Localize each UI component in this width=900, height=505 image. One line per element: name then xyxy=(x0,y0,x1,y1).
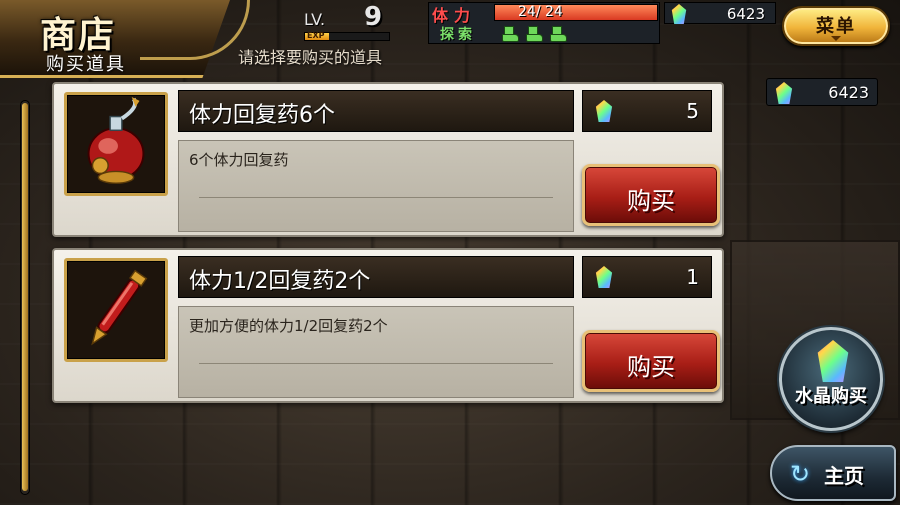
shop-item-card: 体力回复药6个 5 6个体力回复药 购买 xyxy=(52,82,724,237)
divider xyxy=(199,197,553,198)
page-subtitle: 购买道具 xyxy=(46,54,126,75)
stamina-label: 体力 xyxy=(432,6,477,25)
level-value: 9 xyxy=(364,2,383,32)
boot-icon xyxy=(500,26,519,42)
explore-boots xyxy=(500,26,567,42)
shop-item-card: 体力1/2回复药2个 1 更加方便的体力1/2回复药2个 购买 xyxy=(52,248,724,403)
crystal-icon xyxy=(775,82,793,104)
red-potion-vial-icon xyxy=(64,258,168,362)
item-description: 更加方便的体力1/2回复药2个 xyxy=(189,317,388,335)
crystal-buy-button[interactable]: 水晶购买 xyxy=(779,327,883,431)
level-label: LV. xyxy=(304,10,326,29)
boot-icon xyxy=(524,26,543,42)
item-name: 体力回复药6个 xyxy=(189,103,335,128)
instruction-text: 请选择要购买的道具 xyxy=(238,48,383,67)
crystal-balance-value: 6423 xyxy=(828,83,869,102)
crystal-count: 6423 xyxy=(726,5,765,23)
crystal-buy-label: 水晶购买 xyxy=(795,386,867,407)
buy-button-label: 购买 xyxy=(627,353,675,381)
buy-button[interactable]: 购买 xyxy=(582,330,720,392)
home-button-label: 主页 xyxy=(824,464,864,488)
crystal-icon xyxy=(671,4,687,24)
menu-label: 菜单 xyxy=(816,16,856,37)
home-button[interactable]: ↻ 主页 xyxy=(770,445,896,501)
crystal-icon xyxy=(595,266,613,288)
crystal-counter-top: 6423 xyxy=(664,2,776,24)
red-potion-flask-icon xyxy=(64,92,168,196)
rainbow-crystal-icon xyxy=(817,340,849,382)
item-price: 1 xyxy=(686,265,699,289)
item-description-box: 6个体力回复药 xyxy=(178,140,574,232)
return-arrow-icon: ↻ xyxy=(790,460,811,488)
item-description-box: 更加方便的体力1/2回复药2个 xyxy=(178,306,574,398)
menu-button[interactable]: 菜单 xyxy=(782,6,890,46)
crystal-balance: 6423 xyxy=(766,78,878,106)
explore-label: 探索 xyxy=(440,27,476,43)
item-description: 6个体力回复药 xyxy=(189,151,289,169)
item-name-box: 体力回复药6个 xyxy=(178,90,574,132)
chevron-down-icon xyxy=(831,36,841,41)
buy-button-label: 购买 xyxy=(627,187,675,215)
item-price: 5 xyxy=(686,99,699,123)
scrollbar-thumb[interactable] xyxy=(22,103,28,491)
buy-button[interactable]: 购买 xyxy=(582,164,720,226)
item-name: 体力1/2回复药2个 xyxy=(189,269,371,294)
stamina-value: 24/ 24 xyxy=(518,4,563,20)
crystal-icon xyxy=(595,100,613,122)
divider xyxy=(199,363,553,364)
exp-label: EXP xyxy=(307,31,325,40)
item-price-box: 5 xyxy=(582,90,712,132)
item-price-box: 1 xyxy=(582,256,712,298)
scrollbar[interactable] xyxy=(20,100,30,495)
boot-icon xyxy=(548,26,567,42)
item-name-box: 体力1/2回复药2个 xyxy=(178,256,574,298)
